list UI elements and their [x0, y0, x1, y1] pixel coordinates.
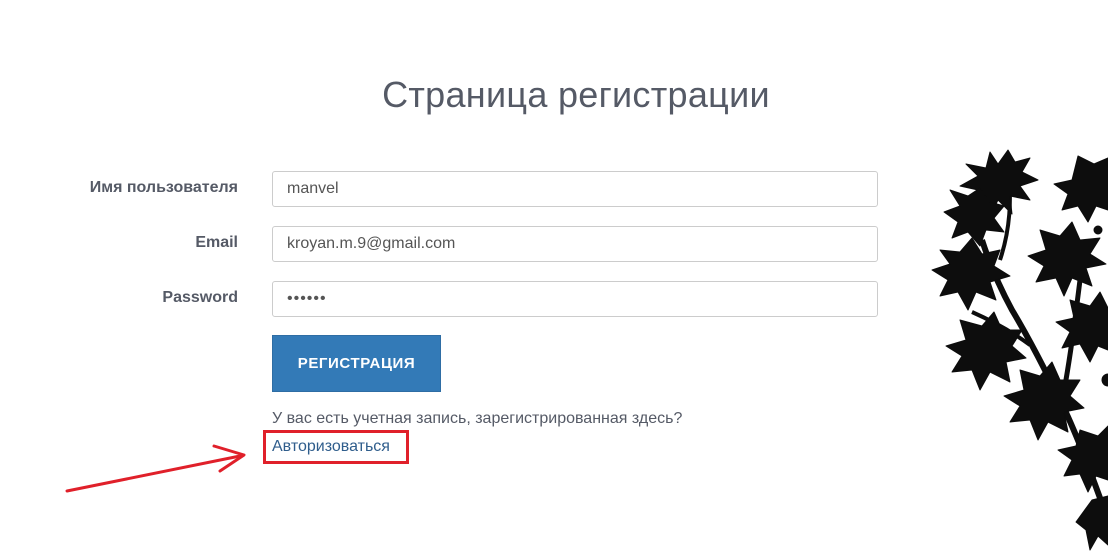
password-field[interactable]	[272, 281, 878, 317]
email-field[interactable]	[272, 226, 878, 262]
username-field[interactable]	[272, 171, 878, 207]
register-button[interactable]: РЕГИСТРАЦИЯ	[272, 335, 441, 392]
login-prompt-text: У вас есть учетная запись, зарегистриров…	[272, 410, 683, 427]
email-label: Email	[195, 234, 238, 251]
login-link[interactable]: Авторизоваться	[272, 438, 390, 456]
page-title: Страница регистрации	[382, 74, 770, 115]
username-label: Имя пользователя	[89, 179, 238, 196]
registration-page: Страница регистрации Имя пользователя Em…	[0, 0, 1108, 551]
password-label: Password	[162, 289, 238, 306]
